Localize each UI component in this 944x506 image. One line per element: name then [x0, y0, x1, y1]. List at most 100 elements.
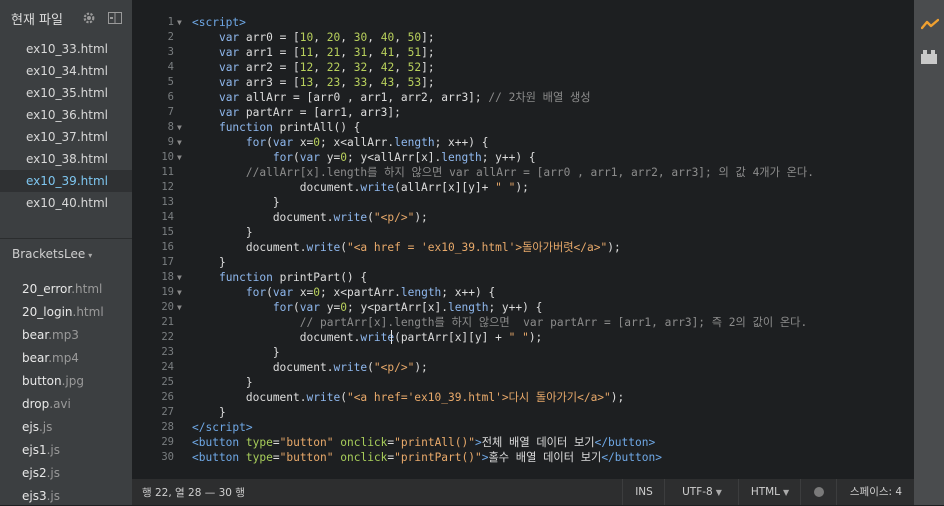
line-number: 28 — [161, 421, 174, 433]
project-file-item[interactable]: ejs2.js — [0, 462, 132, 485]
code-line[interactable]: 24 document.write("<p/>"); — [132, 360, 914, 375]
encoding-select[interactable]: UTF-8 ▼ — [664, 479, 739, 505]
line-text: } — [192, 376, 253, 389]
line-number: 23 — [161, 346, 174, 358]
code-line[interactable]: 7 var partArr = [arr1, arr3]; — [132, 105, 914, 120]
code-line[interactable]: 29 <button type="button" onclick="printAl… — [132, 435, 914, 450]
code-line[interactable]: 17 } — [132, 255, 914, 270]
file-name: drop — [22, 397, 50, 411]
gear-icon[interactable] — [82, 11, 96, 25]
file-extension: .js — [38, 420, 53, 434]
code-editor[interactable]: 1 ▼ <script> 2 var arr0 = [10, 20, 30, 40, … — [132, 0, 914, 479]
code-line[interactable]: 6 var allArr = [arr0 , arr1, arr2, arr3]… — [132, 90, 914, 105]
sidebar: 현재 파일 ex10_33.html ex10_34.html ex10_35.ht… — [0, 0, 132, 505]
code-line[interactable]: 22 document.write(partArr[x][y] + " "); — [132, 330, 914, 345]
project-file-item[interactable]: ejs3.js — [0, 485, 132, 505]
working-file-item[interactable]: ex10_38.html — [0, 148, 132, 170]
fold-toggle-icon[interactable]: ▼ — [177, 15, 187, 30]
split-view-icon[interactable] — [108, 12, 122, 24]
encoding-label: UTF-8 — [682, 486, 713, 498]
line-number: 6 — [167, 91, 174, 103]
fold-toggle-icon[interactable]: ▼ — [177, 270, 187, 285]
code-line[interactable]: 4 var arr2 = [12, 22, 32, 42, 52]; — [132, 60, 914, 75]
line-text: } — [192, 346, 280, 359]
code-line[interactable]: 9 ▼ for(var x=0; x<allArr.length; x++) { — [132, 135, 914, 150]
line-number: 14 — [161, 211, 174, 223]
line-number: 2 — [167, 31, 174, 43]
code-line[interactable]: 12 document.write(allArr[x][y]+ " "); — [132, 180, 914, 195]
live-preview-icon[interactable] — [921, 18, 939, 32]
code-line[interactable]: 20 ▼ for(var y=0; y<partArr[x].length; y+… — [132, 300, 914, 315]
code-line[interactable]: 5 var arr3 = [13, 23, 33, 43, 53]; — [132, 75, 914, 90]
text-cursor — [391, 330, 392, 344]
fold-toggle-icon[interactable]: ▼ — [177, 285, 187, 300]
fold-toggle-icon[interactable]: ▼ — [177, 300, 187, 315]
file-name: 20_login — [22, 305, 73, 319]
code-line[interactable]: 14 document.write("<p/>"); — [132, 210, 914, 225]
working-file-item[interactable]: ex10_39.html — [0, 170, 132, 192]
code-line[interactable]: 21 // partArr[x].length를 하지 않으면 var part… — [132, 315, 914, 330]
line-number: 22 — [161, 331, 174, 343]
line-number: 8 — [167, 121, 174, 133]
insert-mode-toggle[interactable]: INS — [622, 479, 665, 505]
code-line[interactable]: 16 document.write("<a href = 'ex10_39.ht… — [132, 240, 914, 255]
code-line[interactable]: 15 } — [132, 225, 914, 240]
linter-status[interactable] — [800, 479, 837, 505]
project-file-item[interactable]: 20_login.html — [0, 301, 132, 324]
line-text: document.write(partArr[x][y] + " "); — [192, 331, 543, 344]
project-file-item[interactable]: drop.avi — [0, 393, 132, 416]
extension-manager-icon[interactable] — [921, 50, 937, 64]
code-line[interactable]: 11 //allArr[x].length를 하지 않으면 var allArr… — [132, 165, 914, 180]
code-line[interactable]: 3 var arr1 = [11, 21, 31, 41, 51]; — [132, 45, 914, 60]
file-name: ejs3 — [22, 489, 47, 503]
fold-toggle-icon[interactable]: ▼ — [177, 135, 187, 150]
working-file-item[interactable]: ex10_37.html — [0, 126, 132, 148]
code-line[interactable]: 28 </script> — [132, 420, 914, 435]
line-text: for(var x=0; x<allArr.length; x++) { — [245, 136, 489, 149]
file-name: button — [22, 374, 62, 388]
project-file-item[interactable]: bear.mp4 — [0, 347, 132, 370]
line-number: 16 — [161, 241, 174, 253]
line-text: document.write(allArr[x][y]+ " "); — [192, 181, 529, 194]
project-file-item[interactable]: 20_error.html — [0, 278, 132, 301]
code-line[interactable]: 25 } — [132, 375, 914, 390]
code-line[interactable]: 8 ▼ function printAll() { — [132, 120, 914, 135]
working-file-item[interactable]: ex10_34.html — [0, 60, 132, 82]
indent-label: 스페이스: 4 — [849, 486, 903, 498]
indent-setting[interactable]: 스페이스: 4 — [836, 479, 915, 505]
code-line[interactable]: 26 document.write("<a href='ex10_39.html… — [132, 390, 914, 405]
code-line[interactable]: 1 ▼ <script> — [132, 15, 914, 30]
working-file-item[interactable]: ex10_33.html — [0, 38, 132, 60]
project-file-item[interactable]: ejs.js — [0, 416, 132, 439]
fold-toggle-icon[interactable]: ▼ — [177, 120, 187, 135]
code-line[interactable]: 23 } — [132, 345, 914, 360]
code-line[interactable]: 2 var arr0 = [10, 20, 30, 40, 50]; — [132, 30, 914, 45]
code-line[interactable]: 10 ▼ for(var y=0; y<allArr[x].length; y++… — [132, 150, 914, 165]
line-number: 10 — [161, 151, 174, 163]
working-file-item[interactable]: ex10_35.html — [0, 82, 132, 104]
code-line[interactable]: 13 } — [132, 195, 914, 210]
line-text: } — [192, 406, 226, 419]
line-number: 18 — [161, 271, 174, 283]
project-dropdown[interactable]: BracketsLee ▾ — [12, 247, 92, 261]
code-line[interactable]: 27 } — [132, 405, 914, 420]
line-text: function printAll() { — [218, 121, 361, 134]
project-file-item[interactable]: bear.mp3 — [0, 324, 132, 347]
file-name: ejs2 — [22, 466, 47, 480]
chevron-down-icon: ▾ — [88, 251, 93, 260]
line-text: document.write("<a href = 'ex10_39.html'… — [192, 241, 621, 254]
sidebar-divider — [0, 238, 132, 239]
code-line[interactable]: 18 ▼ function printPart() { — [132, 270, 914, 285]
status-bar: 행 22, 열 28 — 30 행 INS UTF-8 ▼ HTML ▼ 스페이스:… — [132, 479, 914, 505]
project-file-item[interactable]: button.jpg — [0, 370, 132, 393]
working-file-item[interactable]: ex10_36.html — [0, 104, 132, 126]
line-text: <script> — [192, 16, 246, 29]
language-select[interactable]: HTML ▼ — [738, 479, 801, 505]
code-line[interactable]: 30 <button type="button" onclick="printPa… — [132, 450, 914, 465]
fold-toggle-icon[interactable]: ▼ — [177, 150, 187, 165]
code-lines[interactable]: 1 ▼ <script> 2 var arr0 = [10, 20, 30, 40, … — [132, 15, 914, 465]
code-line[interactable]: 19 ▼ for(var x=0; x<partArr.length; x++) … — [132, 285, 914, 300]
project-file-item[interactable]: ejs1.js — [0, 439, 132, 462]
working-file-item[interactable]: ex10_40.html — [0, 192, 132, 214]
line-text: </script> — [192, 421, 253, 434]
